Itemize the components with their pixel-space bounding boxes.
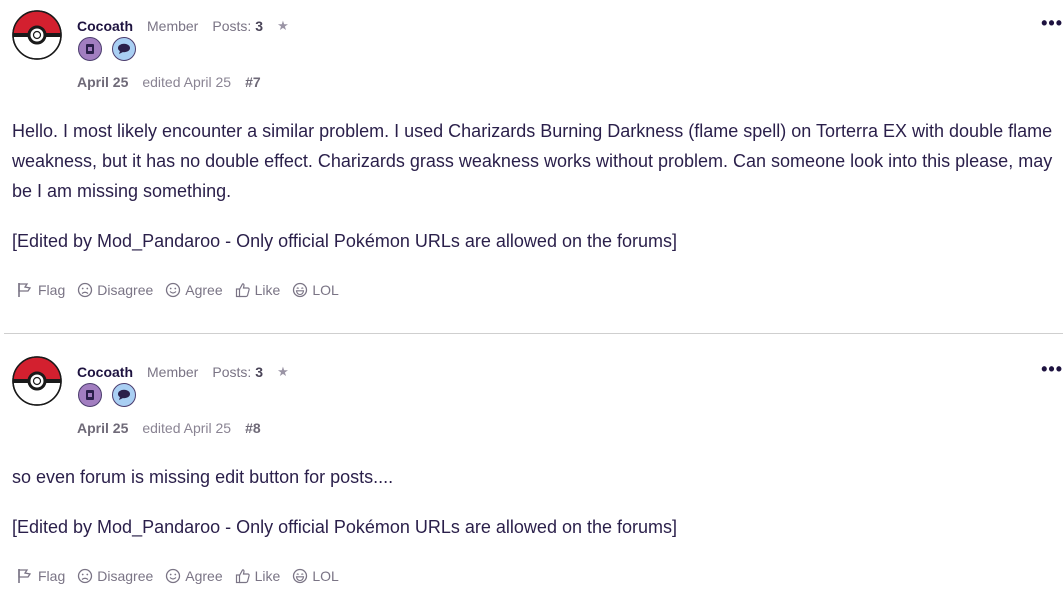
post-paragraph: Hello. I most likely encounter a similar… xyxy=(12,121,1053,201)
badge-book-icon[interactable] xyxy=(78,37,102,61)
posts-count: 3 xyxy=(255,18,264,34)
post-paragraph: so even forum is missing edit button for… xyxy=(12,467,394,487)
more-options-icon[interactable]: ••• xyxy=(1035,14,1063,36)
frown-icon xyxy=(78,568,93,584)
avatar[interactable] xyxy=(12,10,62,60)
author-name[interactable]: Cocoath xyxy=(77,18,133,34)
badge-book-icon[interactable] xyxy=(78,383,102,407)
agree-label: Agree xyxy=(185,568,223,584)
post-permalink[interactable]: #7 xyxy=(245,74,261,90)
user-role: Member xyxy=(147,18,199,34)
post-paragraph: [Edited by Mod_Pandaroo - Only official … xyxy=(12,517,678,537)
lol-label: LOL xyxy=(312,568,339,584)
star-icon: ★ xyxy=(277,18,289,33)
smile-icon xyxy=(166,568,181,584)
lol-button[interactable]: LOL xyxy=(292,568,339,584)
pokeball-icon xyxy=(12,10,62,60)
flag-label: Flag xyxy=(38,568,66,584)
more-options-icon[interactable]: ••• xyxy=(1035,360,1063,382)
user-role: Member xyxy=(147,364,199,380)
posts-label: Posts: xyxy=(212,18,252,34)
author-name[interactable]: Cocoath xyxy=(77,364,133,380)
flag-icon xyxy=(18,283,32,297)
flag-label: Flag xyxy=(38,282,66,298)
post-body: so even forum is missing edit button for… xyxy=(12,462,1060,542)
disagree-button[interactable]: Disagree xyxy=(77,568,153,584)
star-icon: ★ xyxy=(277,364,289,379)
flag-icon xyxy=(18,569,32,583)
forum-post: Cocoath Member Posts: 3 ★ April 25 edite… xyxy=(0,356,1063,606)
post-permalink[interactable]: #8 xyxy=(245,420,261,436)
post-paragraph: [Edited by Mod_Pandaroo - Only official … xyxy=(12,231,678,251)
flag-button[interactable]: Flag xyxy=(16,568,65,584)
disagree-button[interactable]: Disagree xyxy=(77,282,153,298)
like-label: Like xyxy=(254,282,281,298)
pokeball-icon xyxy=(12,356,62,406)
laugh-icon xyxy=(293,282,308,298)
edited-note: edited April 25 xyxy=(142,74,232,90)
lol-button[interactable]: LOL xyxy=(292,282,339,298)
post-body: Hello. I most likely encounter a similar… xyxy=(12,116,1060,256)
thumbs-up-icon xyxy=(235,569,250,584)
forum-post: Cocoath Member Posts: 3 ★ April 25 edite… xyxy=(0,10,1063,320)
badge-comment-icon[interactable] xyxy=(112,383,136,407)
laugh-icon xyxy=(293,568,308,584)
posts-count: 3 xyxy=(255,364,264,380)
agree-button[interactable]: Agree xyxy=(165,282,223,298)
badge-comment-icon[interactable] xyxy=(112,37,136,61)
like-label: Like xyxy=(254,568,281,584)
post-divider xyxy=(4,333,1063,334)
thumbs-up-icon xyxy=(235,283,250,298)
like-button[interactable]: Like xyxy=(235,282,281,298)
disagree-label: Disagree xyxy=(97,282,154,298)
smile-icon xyxy=(166,282,181,298)
lol-label: LOL xyxy=(312,282,339,298)
like-button[interactable]: Like xyxy=(235,568,281,584)
agree-label: Agree xyxy=(185,282,223,298)
agree-button[interactable]: Agree xyxy=(165,568,223,584)
edited-note: edited April 25 xyxy=(142,420,232,436)
reaction-bar: Flag Disagree Agree Like LOL xyxy=(16,568,351,584)
post-date[interactable]: April 25 xyxy=(77,74,128,90)
frown-icon xyxy=(78,282,93,298)
avatar[interactable] xyxy=(12,356,62,406)
disagree-label: Disagree xyxy=(97,568,154,584)
flag-button[interactable]: Flag xyxy=(16,282,65,298)
posts-label: Posts: xyxy=(212,364,252,380)
post-date[interactable]: April 25 xyxy=(77,420,128,436)
reaction-bar: Flag Disagree Agree Like LOL xyxy=(16,282,351,298)
